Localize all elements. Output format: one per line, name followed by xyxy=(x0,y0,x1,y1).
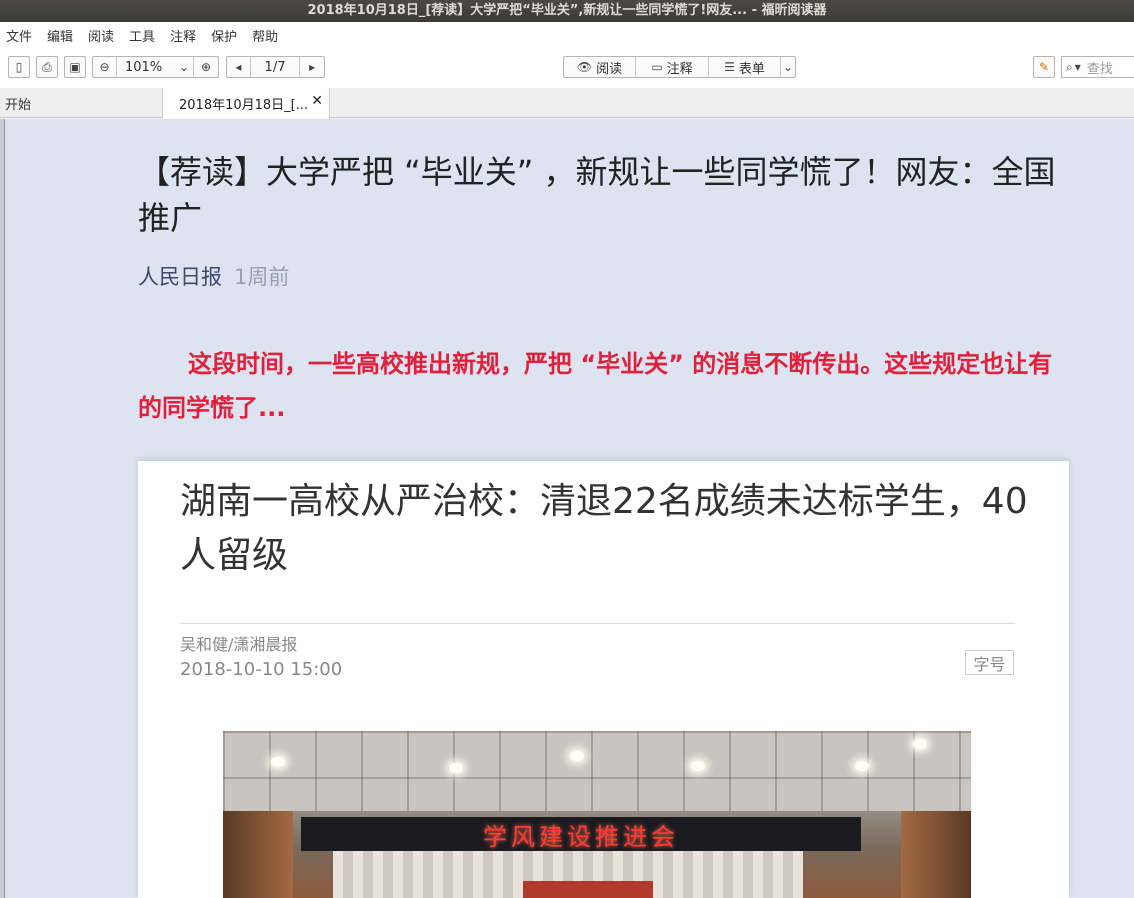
chevron-down-icon: ▾ xyxy=(1074,60,1081,74)
chevron-down-icon: ⌄ xyxy=(782,60,794,74)
annotation-mode-label: 注释 xyxy=(666,61,693,77)
article-source: 人民日报 xyxy=(138,265,222,289)
next-page-button[interactable]: ▸ xyxy=(300,57,324,77)
ceiling-light xyxy=(691,761,705,771)
form-icon: ☰ xyxy=(724,60,735,74)
article-lead: 这段时间，一些高校推出新规，严把 “毕业关” 的消息不断传出。这些规定也让有的同… xyxy=(138,350,1053,422)
chevron-down-icon: ⌄ xyxy=(178,60,189,74)
meeting-photo: 学风建设推进会 xyxy=(223,731,971,898)
comment-icon: ▭ xyxy=(651,60,663,74)
menu-help[interactable]: 帮助 xyxy=(252,26,278,45)
print-button[interactable]: ⎙ xyxy=(36,56,58,78)
embedded-author: 吴和健/潇湘晨报 xyxy=(180,635,298,654)
page-number: 1/7 xyxy=(264,59,286,75)
mode-group: 👁 阅读 ▭ 注释 ☰ 表单 ⌄ xyxy=(563,56,796,78)
caret-right-icon: ▸ xyxy=(309,60,316,74)
search-icon: ⌕ xyxy=(1066,59,1073,74)
stage-table xyxy=(523,881,653,898)
tab-start[interactable]: 开始 xyxy=(0,88,163,118)
document-view[interactable]: 【荐读】大学严把 “毕业关” ，新规让一些同学慌了！网友：全国推广 人民日报 1周… xyxy=(0,119,1134,898)
page-nav-group: ◂ 1/7 ▸ xyxy=(226,56,325,78)
sidebar-icon: ▯ xyxy=(15,60,23,74)
ceiling-light xyxy=(913,739,927,749)
ceiling-light xyxy=(449,763,463,773)
tab-document[interactable]: 2018年10月18日_[... ✕ xyxy=(163,88,330,119)
search-placeholder: 查找 xyxy=(1086,61,1113,77)
article-meta: 人民日报 1周前 xyxy=(138,261,289,291)
menu-protect[interactable]: 保护 xyxy=(211,26,237,45)
pen-icon: ✎ xyxy=(1038,60,1050,74)
ceiling-light xyxy=(271,757,285,767)
eye-icon: 👁 xyxy=(576,60,593,74)
page-input[interactable]: 1/7 xyxy=(251,57,301,77)
form-mode-button[interactable]: ☰ 表单 xyxy=(709,57,781,77)
menu-comment[interactable]: 注释 xyxy=(170,26,196,45)
zoom-in-icon: ⊕ xyxy=(200,60,212,74)
divider xyxy=(180,623,1015,624)
menu-edit[interactable]: 编辑 xyxy=(47,26,73,45)
zoom-in-button[interactable]: ⊕ xyxy=(194,57,218,77)
curtain xyxy=(901,811,971,898)
window-title: 2018年10月18日_[荐读】大学严把“毕业关”,新规让一些同学慌了!网友..… xyxy=(0,0,1134,22)
form-mode-label: 表单 xyxy=(738,61,765,77)
highlight-button[interactable]: ✎ xyxy=(1033,56,1055,78)
zoom-group: ⊖ 101% ⌄ ⊕ xyxy=(92,56,219,78)
read-mode-label: 阅读 xyxy=(596,61,623,77)
zoom-select[interactable]: 101% ⌄ xyxy=(117,57,194,77)
print-icon: ⎙ xyxy=(42,59,52,74)
article-time: 1周前 xyxy=(234,265,290,289)
zoom-value: 101% xyxy=(125,59,163,75)
zoom-out-icon: ⊖ xyxy=(99,60,110,74)
prev-page-button[interactable]: ◂ xyxy=(227,57,251,77)
curtain xyxy=(223,811,293,898)
sidebar-toggle-button[interactable]: ▯ xyxy=(8,56,30,78)
embedded-screenshot: 湖南一高校从严治校：清退22名成绩未达标学生，40人留级 吴和健/潇湘晨报 20… xyxy=(138,461,1069,898)
font-size-button: 字号 xyxy=(965,650,1014,675)
article-title: 【荐读】大学严把 “毕业关” ，新规让一些同学慌了！网友：全国推广 xyxy=(138,153,1056,237)
ceiling-light xyxy=(570,751,584,761)
search-box[interactable]: ⌕ ▾ 查找 xyxy=(1061,56,1134,78)
embedded-title: 湖南一高校从严治校：清退22名成绩未达标学生，40人留级 xyxy=(180,481,1028,576)
caret-left-icon: ◂ xyxy=(235,60,242,74)
zoom-out-button[interactable]: ⊖ xyxy=(93,57,117,77)
toolbar: ▯ ⎙ ▣ ⊖ 101% ⌄ ⊕ ◂ 1/7 ▸ 👁 阅读 ▭ 注释 ☰ 表单 … xyxy=(0,48,1134,88)
menu-bar: 文件 编辑 阅读 工具 注释 保护 帮助 xyxy=(0,22,1134,48)
ceiling-light xyxy=(855,761,869,771)
embedded-date: 2018-10-10 15:00 xyxy=(180,659,343,680)
ceiling xyxy=(223,731,971,811)
save-button[interactable]: ▣ xyxy=(64,56,86,78)
tab-document-label: 2018年10月18日_[... xyxy=(179,98,309,113)
page-edge xyxy=(0,119,5,898)
led-banner: 学风建设推进会 xyxy=(301,817,861,851)
annotation-mode-button[interactable]: ▭ 注释 xyxy=(636,57,709,77)
menu-view[interactable]: 阅读 xyxy=(88,26,114,45)
banner-text: 学风建设推进会 xyxy=(483,822,679,851)
mode-dropdown-button[interactable]: ⌄ xyxy=(781,57,795,77)
read-mode-button[interactable]: 👁 阅读 xyxy=(564,57,636,77)
tab-bar: 开始 2018年10月18日_[... ✕ xyxy=(0,88,1134,119)
save-icon: ▣ xyxy=(69,60,81,74)
close-icon[interactable]: ✕ xyxy=(311,93,323,109)
menu-tools[interactable]: 工具 xyxy=(129,26,155,45)
menu-file[interactable]: 文件 xyxy=(6,26,32,45)
